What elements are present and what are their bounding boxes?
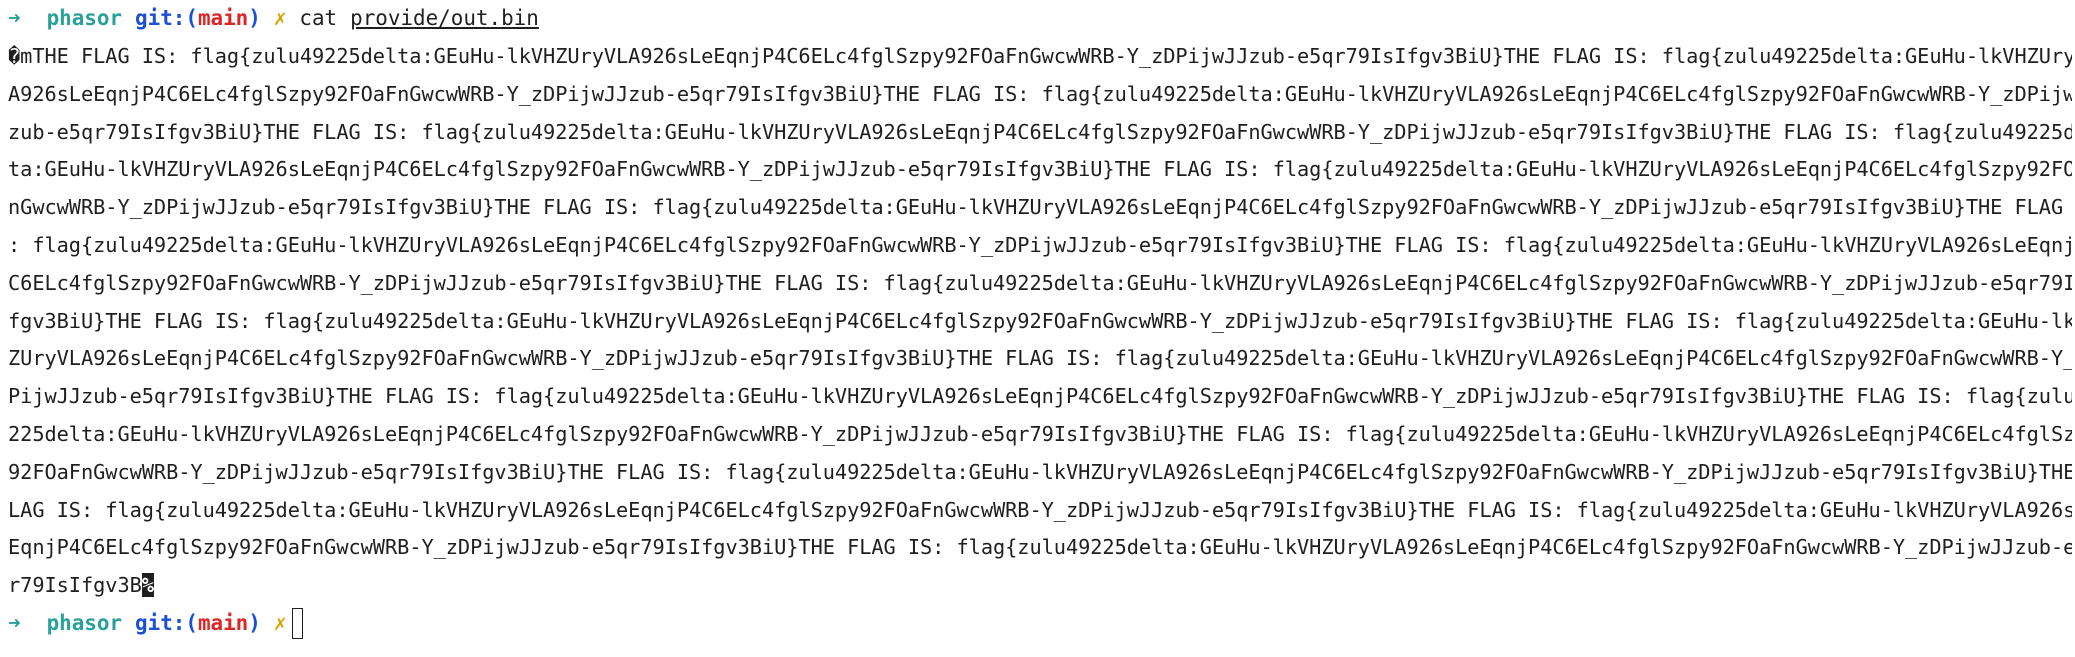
output-line: ta:GEuHu-lkVHZUryVLA926sLeEqnjP4C6ELc4fg…: [8, 157, 2072, 182]
input-prompt-line[interactable]: ➜ phasor git:(main) ✗: [8, 607, 304, 639]
output-line: nGwcwWRB-Y_zDPijwJJzub-e5qr79IsIfgv3BiU}…: [8, 195, 2072, 220]
prompt-dirty-icon: ✗: [273, 611, 287, 635]
output-line: zub-e5qr79IsIfgv3BiU}THE FLAG IS: flag{z…: [8, 119, 2072, 144]
output-line: fgv3BiU}THE FLAG IS: flag{zulu49225delta…: [8, 308, 2072, 333]
prompt-arrow-icon: ➜: [8, 611, 21, 635]
text-cursor[interactable]: [292, 607, 304, 639]
prompt-branch: main: [197, 611, 249, 635]
prompt-git-suffix: ): [248, 6, 261, 30]
no-newline-marker: %: [141, 573, 154, 598]
prompt-git-suffix: ): [248, 611, 261, 635]
prompt-branch: main: [197, 6, 249, 30]
output-line: ZUryVLA926sLeEqnjP4C6ELc4fglSzpy92FOaFnG…: [8, 346, 2072, 371]
command-name: cat: [299, 6, 338, 30]
prompt-directory: phasor: [46, 6, 123, 30]
output-last-text: r79IsIfgv3B: [8, 573, 142, 598]
output-line: LAG IS: flag{zulu49225delta:GEuHu-lkVHZU…: [8, 497, 2072, 522]
output-line: �mTHE FLAG IS: flag{zulu49225delta:GEuHu…: [8, 44, 2072, 68]
prompt-directory: phasor: [46, 611, 123, 635]
output-line: 92FOaFnGwcwWRB-Y_zDPijwJJzub-e5qr79IsIfg…: [8, 459, 2072, 484]
output-line: 225delta:GEuHu-lkVHZUryVLA926sLeEqnjP4C6…: [8, 421, 2072, 446]
output-line: PijwJJzub-e5qr79IsIfgv3BiU}THE FLAG IS: …: [8, 384, 2072, 409]
output-line: : flag{zulu49225delta:GEuHu-lkVHZUryVLA9…: [8, 232, 2072, 257]
prompt-git-prefix: git:(: [135, 611, 198, 635]
output-line: C6ELc4fglSzpy92FOaFnGwcwWRB-Y_zDPijwJJzu…: [8, 270, 2072, 295]
prompt-arrow-icon: ➜: [8, 6, 21, 30]
output-line: EqnjP4C6ELc4fglSzpy92FOaFnGwcwWRB-Y_zDPi…: [8, 535, 2072, 560]
terminal-window[interactable]: ➜ phasor git:(main) ✗ cat provide/out.bi…: [0, 0, 2075, 657]
command-prompt-line: ➜ phasor git:(main) ✗ cat provide/out.bi…: [8, 3, 539, 33]
command-output: �mTHE FLAG IS: flag{zulu49225delta:GEuHu…: [8, 38, 2072, 605]
output-last-line: r79IsIfgv3B%: [8, 567, 2072, 605]
prompt-dirty-icon: ✗: [273, 6, 287, 30]
command-argument-path[interactable]: provide/out.bin: [350, 3, 539, 33]
output-line: A926sLeEqnjP4C6ELc4fglSzpy92FOaFnGwcwWRB…: [8, 81, 2072, 106]
prompt-git-prefix: git:(: [135, 6, 198, 30]
